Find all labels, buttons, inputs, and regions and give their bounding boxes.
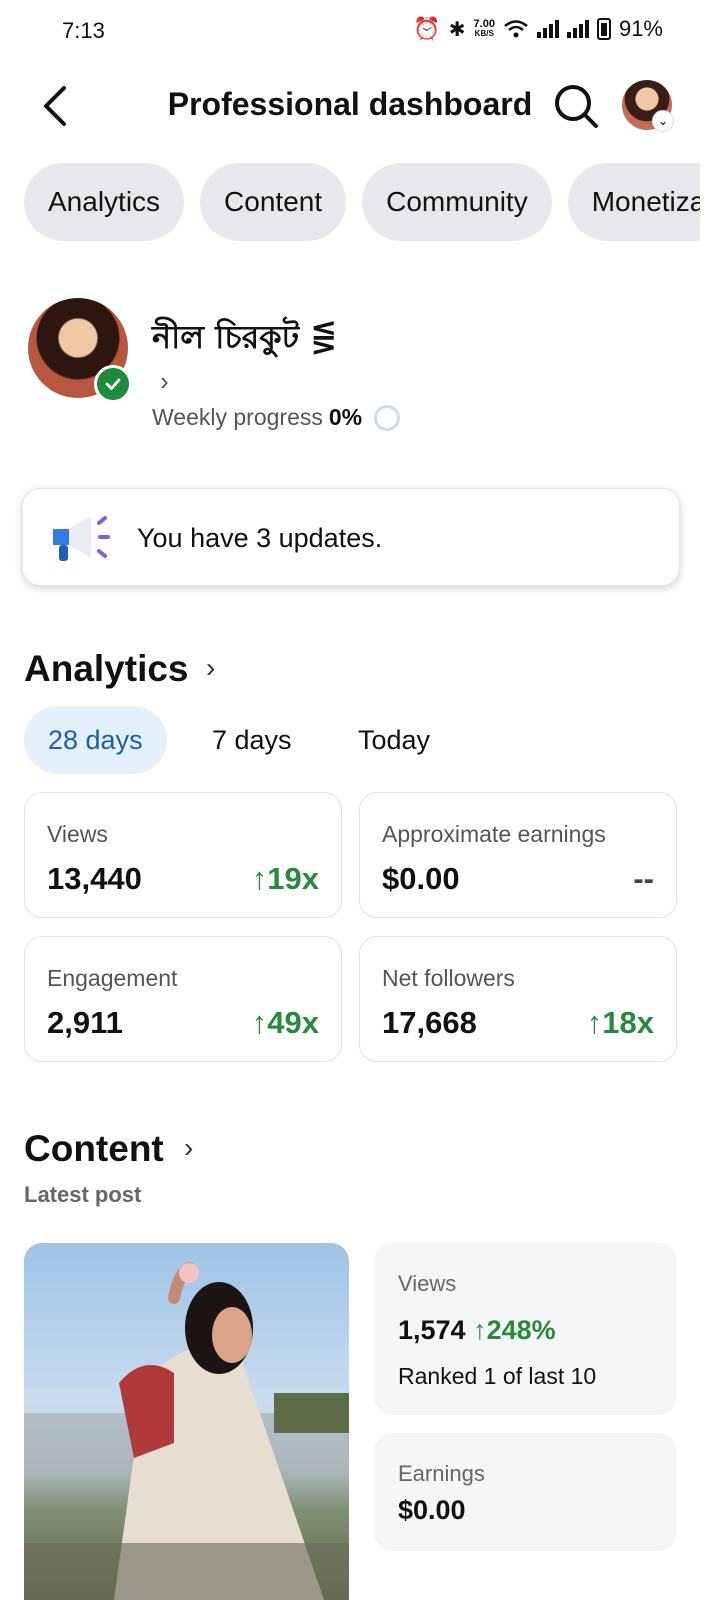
signal-icon-2 — [566, 20, 589, 38]
search-icon — [555, 85, 598, 128]
status-time: 7:13 — [62, 18, 105, 43]
alarm-icon: ⏰ — [413, 16, 441, 41]
post-rank-text: Ranked 1 of last 10 — [398, 1363, 597, 1389]
post-earnings-card[interactable]: Earnings $0.00 — [374, 1433, 677, 1551]
metric-label: Engagement — [47, 965, 178, 991]
weekly-progress-value: 0% — [328, 404, 363, 430]
period-28-days[interactable]: 28 days — [24, 706, 167, 774]
analytics-title[interactable]: Analytics — [24, 648, 189, 690]
profile-chevron-icon[interactable]: › — [160, 366, 169, 397]
metric-value: 13,440 — [47, 861, 142, 896]
weekly-progress[interactable]: Weekly progress 0% — [152, 404, 401, 431]
tab-analytics[interactable]: Analytics — [24, 163, 185, 241]
battery-icon — [596, 18, 611, 40]
content-title[interactable]: Content — [24, 1128, 164, 1170]
metric-card-net-followers[interactable]: Net followers 17,668 ↑18x — [359, 936, 677, 1062]
period-today[interactable]: Today — [334, 706, 454, 774]
metric-label: Net followers — [382, 965, 515, 991]
post-photo — [24, 1262, 349, 1600]
post-views-change: ↑248% — [473, 1315, 556, 1345]
progress-ring-icon — [374, 404, 401, 431]
battery-level: 91% — [618, 16, 663, 41]
verified-check-icon — [94, 365, 132, 403]
metric-label: Approximate earnings — [382, 821, 606, 847]
post-views-row: 1,574 ↑248% — [398, 1315, 556, 1346]
post-views-label: Views — [398, 1271, 457, 1296]
post-views-value: 1,574 — [398, 1315, 466, 1345]
account-switcher-avatar[interactable]: ⌄ — [622, 80, 674, 132]
post-earnings-value: $0.00 — [398, 1495, 466, 1525]
metric-value: $0.00 — [382, 861, 460, 896]
tab-content[interactable]: Content — [200, 163, 347, 241]
tab-monetization[interactable]: Monetization — [567, 163, 700, 241]
status-icons: ⏰ ✱ 7.00 KB/S 91% — [413, 16, 663, 42]
metric-change: ↑18x — [586, 1005, 654, 1040]
post-earnings-label: Earnings — [398, 1461, 485, 1486]
bluetooth-icon: ✱ — [448, 18, 466, 41]
metric-change: ↑19x — [251, 861, 319, 896]
profile-name[interactable]: নীল চিরকুট ⋚ — [152, 312, 337, 366]
metric-change: ↑49x — [251, 1005, 319, 1040]
metric-change: -- — [633, 861, 654, 896]
updates-card[interactable]: You have 3 updates. — [22, 488, 680, 586]
network-speed: 7.00 KB/S — [473, 18, 495, 39]
section-tabs: Analytics Content Community Monetization — [24, 163, 700, 243]
metric-card-earnings[interactable]: Approximate earnings $0.00 -- — [359, 792, 677, 918]
megaphone-icon — [53, 516, 110, 561]
content-chevron-icon[interactable]: › — [184, 1132, 193, 1164]
updates-text: You have 3 updates. — [137, 523, 383, 553]
period-7-days[interactable]: 7 days — [188, 706, 316, 774]
wifi-icon — [504, 20, 528, 38]
metric-value: 2,911 — [47, 1005, 123, 1040]
latest-post-thumbnail[interactable] — [24, 1243, 349, 1600]
tab-community[interactable]: Community — [362, 163, 552, 241]
weekly-progress-label: Weekly progress — [152, 404, 323, 430]
metric-value: 17,668 — [382, 1005, 477, 1040]
analytics-chevron-icon[interactable]: › — [206, 652, 215, 684]
status-bar: 7:13 ⏰ ✱ 7.00 KB/S 91% — [0, 0, 715, 62]
search-button[interactable] — [552, 82, 600, 130]
post-views-card[interactable]: Views 1,574 ↑248% Ranked 1 of last 10 — [374, 1243, 677, 1415]
metric-card-views[interactable]: Views 13,440 ↑19x — [24, 792, 342, 918]
latest-post-label: Latest post — [24, 1182, 142, 1207]
signal-icon — [536, 20, 559, 38]
metric-card-engagement[interactable]: Engagement 2,911 ↑49x — [24, 936, 342, 1062]
metric-label: Views — [47, 821, 108, 847]
chevron-down-icon: ⌄ — [652, 110, 674, 132]
